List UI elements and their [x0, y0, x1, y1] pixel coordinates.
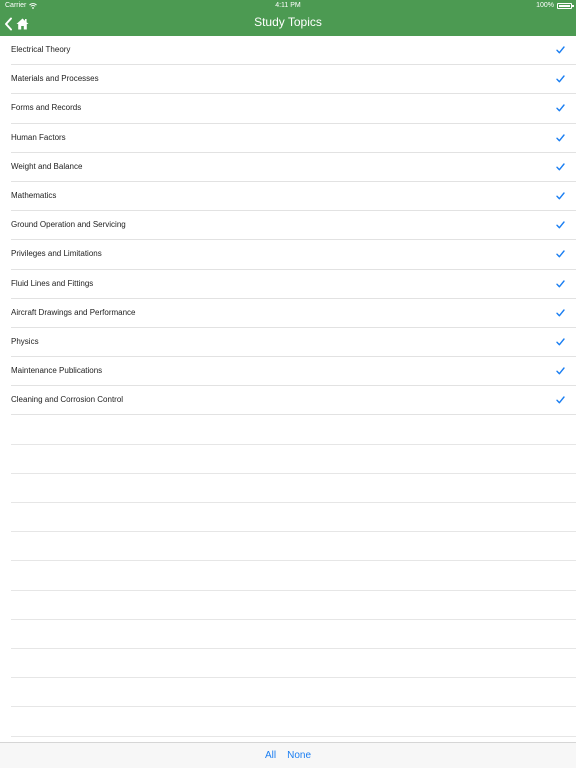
checkmark-icon	[556, 104, 565, 112]
topic-row-human-factors[interactable]: Human Factors	[0, 124, 576, 153]
empty-row	[0, 445, 576, 475]
select-all-button[interactable]: All	[265, 750, 276, 761]
topic-row-aircraft-drawings-and-performance[interactable]: Aircraft Drawings and Performance	[0, 299, 576, 329]
topic-label: Weight and Balance	[11, 161, 83, 171]
select-none-button[interactable]: None	[287, 750, 311, 761]
checkmark-icon	[556, 308, 565, 317]
empty-row	[0, 503, 576, 533]
topic-label: Human Factors	[11, 132, 66, 142]
checkmark-icon	[556, 250, 565, 258]
checkmark-icon	[556, 46, 565, 54]
empty-row	[0, 532, 576, 562]
topic-row-maintenance-publications[interactable]: Maintenance Publications	[0, 357, 576, 387]
topic-row-materials-and-processes[interactable]: Materials and Processes	[0, 65, 576, 95]
topic-row-fluid-lines-and-fittings[interactable]: Fluid Lines and Fittings	[0, 270, 576, 299]
topic-label: Aircraft Drawings and Performance	[11, 307, 136, 317]
empty-row	[0, 649, 576, 679]
empty-row	[0, 415, 576, 445]
status-time: 4:11 PM	[275, 2, 301, 9]
topic-list: Electrical Theory Materials and Processe…	[0, 36, 576, 737]
empty-row	[0, 620, 576, 650]
topic-label: Privileges and Limitations	[11, 249, 102, 259]
topic-label: Electrical Theory	[11, 45, 71, 54]
nav-bar: Study Topics	[0, 12, 576, 36]
checkmark-icon	[556, 75, 565, 83]
empty-row	[0, 561, 576, 591]
topic-label: Materials and Processes	[11, 74, 99, 84]
battery-percent: 100%	[536, 2, 554, 9]
status-bar: Carrier 4:11 PM 100%	[0, 0, 576, 12]
header: Carrier 4:11 PM 100% Study Topics	[0, 0, 576, 36]
topic-row-ground-operation-and-servicing[interactable]: Ground Operation and Servicing	[0, 211, 576, 241]
empty-row	[0, 707, 576, 737]
topic-row-weight-and-balance[interactable]: Weight and Balance	[0, 153, 576, 183]
checkmark-icon	[556, 279, 565, 287]
empty-row	[0, 678, 576, 708]
checkmark-icon	[556, 133, 565, 141]
checkmark-icon	[556, 163, 565, 171]
battery-icon	[557, 2, 574, 9]
topic-label: Mathematics	[11, 190, 57, 200]
checkmark-icon	[556, 221, 565, 229]
page-title: Study Topics	[254, 15, 322, 29]
checkmark-icon	[556, 192, 565, 200]
topic-row-physics[interactable]: Physics	[0, 328, 576, 358]
empty-row	[0, 591, 576, 620]
empty-row	[0, 474, 576, 504]
topic-row-cleaning-and-corrosion-control[interactable]: Cleaning and Corrosion Control	[0, 386, 576, 416]
topic-row-privileges-and-limitations[interactable]: Privileges and Limitations	[0, 240, 576, 270]
topic-row-mathematics[interactable]: Mathematics	[0, 182, 576, 212]
checkmark-icon	[556, 367, 565, 375]
topic-label: Cleaning and Corrosion Control	[11, 395, 124, 405]
topic-row-forms-and-records[interactable]: Forms and Records	[0, 94, 576, 124]
status-battery: 100%	[536, 2, 574, 9]
topic-label: Ground Operation and Servicing	[11, 220, 126, 230]
topic-label: Fluid Lines and Fittings	[11, 278, 94, 288]
bottom-toolbar: All None	[0, 742, 576, 768]
topic-label: Forms and Records	[11, 103, 82, 113]
topic-label: Maintenance Publications	[11, 366, 103, 376]
topic-label: Physics	[11, 336, 39, 346]
topic-row-electrical-theory[interactable]: Electrical Theory	[0, 36, 576, 66]
checkmark-icon	[556, 396, 565, 404]
checkmark-icon	[556, 338, 565, 346]
